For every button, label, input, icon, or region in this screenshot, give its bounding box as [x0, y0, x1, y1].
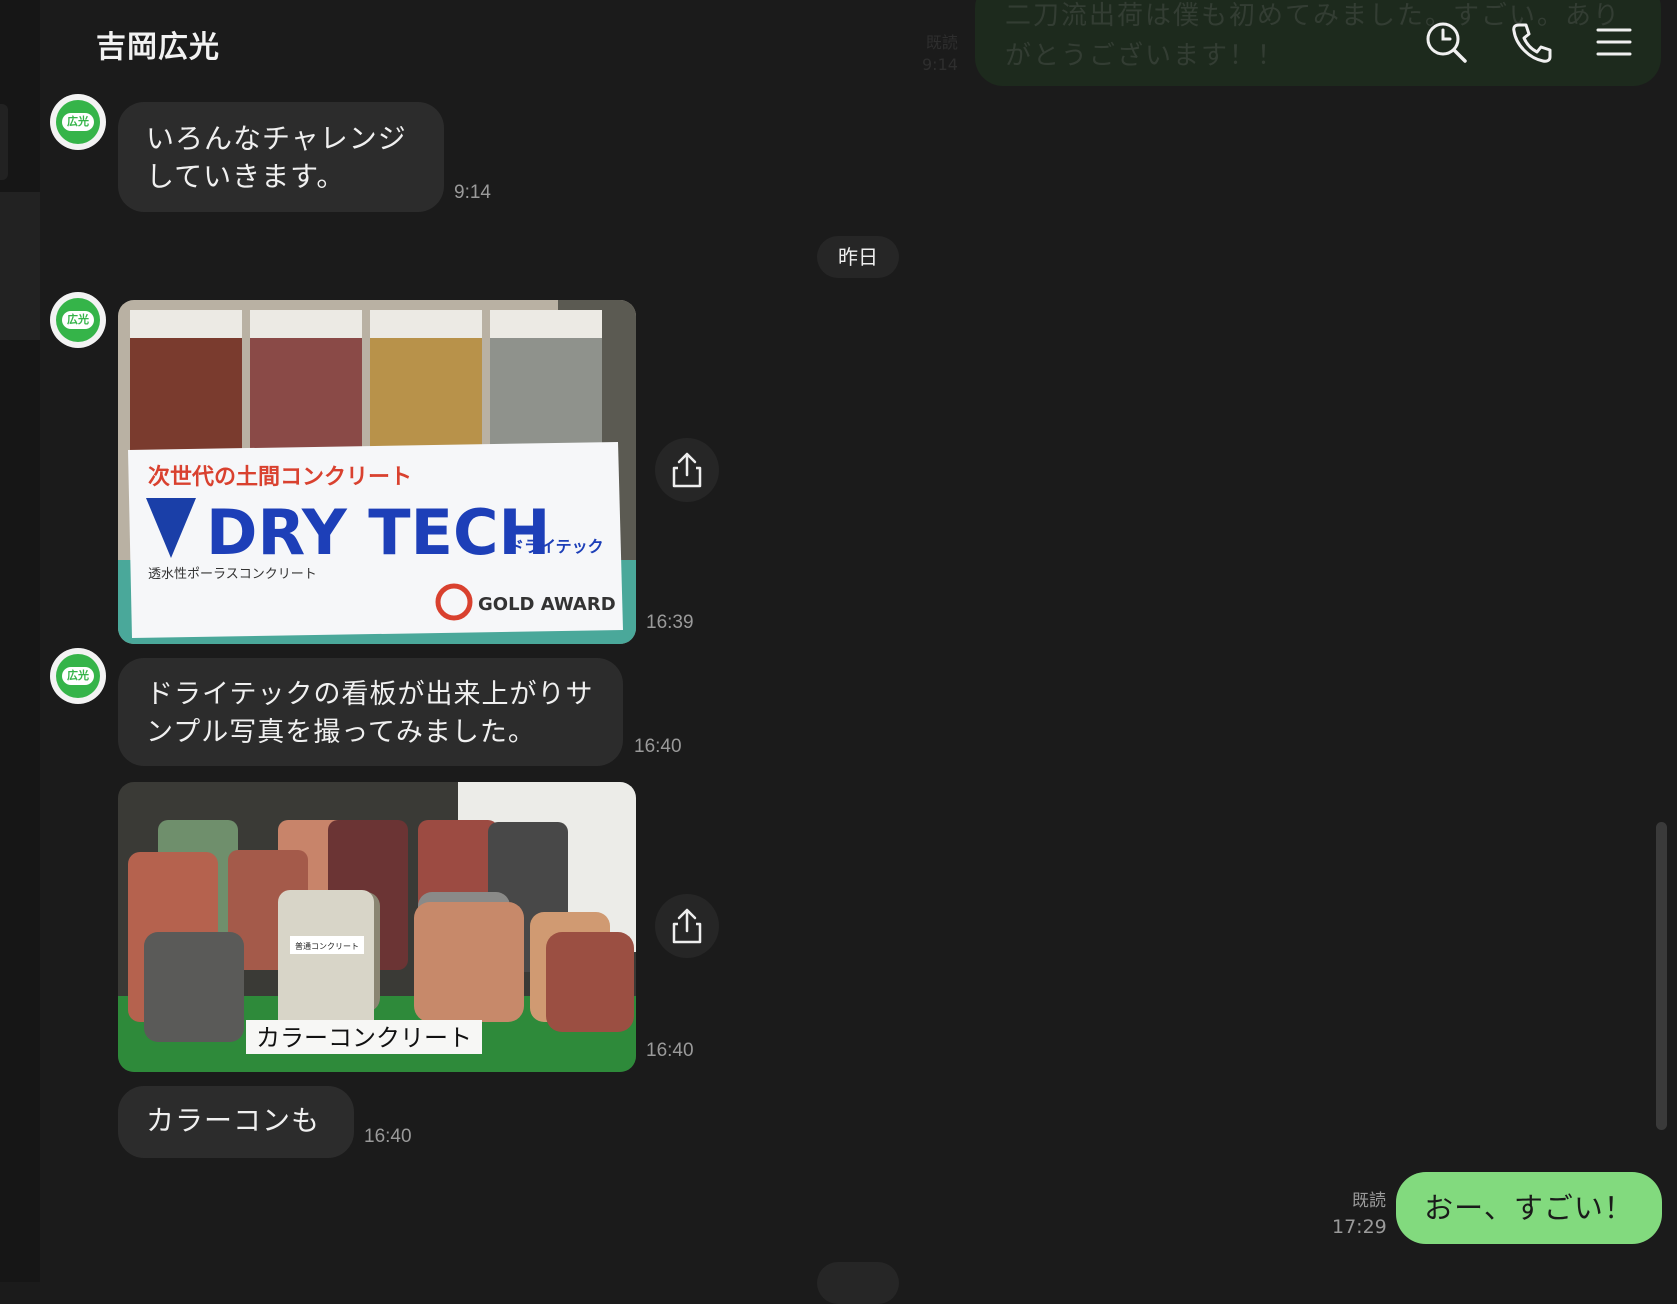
message-time: 9:14: [454, 182, 491, 203]
message-bubble[interactable]: ドライテックの看板が出来上がりサンプル写真を撮ってみました。: [118, 658, 623, 766]
outgoing-message-bubble[interactable]: おー、すごい！: [1396, 1172, 1662, 1244]
message-time: 16:40: [634, 736, 682, 757]
avatar-label: 広光: [62, 311, 94, 329]
avatar[interactable]: 広光: [50, 94, 106, 150]
side-panel-edge: [0, 0, 40, 1282]
phone-icon[interactable]: [1510, 20, 1554, 64]
share-icon: [672, 452, 702, 488]
read-receipt: 既読 17:29: [1332, 1191, 1387, 1238]
sign-brand-kana: ドライテック: [508, 537, 604, 556]
message-bubble[interactable]: カラーコンも: [118, 1086, 354, 1158]
avatar-label: 広光: [62, 113, 94, 131]
side-panel-selected-item[interactable]: [0, 192, 40, 340]
avatar-label: 広光: [62, 667, 94, 685]
share-button[interactable]: [655, 894, 719, 958]
chat-title: 吉岡広光: [96, 30, 220, 65]
ghost-message: 二刀流出荷は僕も初めてみました。すごい。ありがとうございます！！: [975, 0, 1661, 86]
scrollbar[interactable]: [1656, 822, 1667, 1130]
photo-caption: カラーコンクリート: [256, 1024, 472, 1052]
date-separator: 昨日: [817, 236, 899, 278]
message-bubble[interactable]: いろんなチャレンジしていきます。: [118, 102, 444, 212]
message-time: 16:40: [646, 1040, 694, 1061]
sign-award: GOLD AWARD: [478, 594, 616, 615]
sign-brand: DRY TECH: [206, 496, 550, 569]
menu-icon[interactable]: [1592, 20, 1636, 64]
share-icon: [672, 908, 702, 944]
photo-color-concrete[interactable]: 普通コンクリート カラーコンクリート: [118, 782, 636, 1072]
sign-subtitle: 透水性ポーラスコンクリート: [148, 567, 317, 582]
side-panel-item[interactable]: [0, 104, 8, 180]
ghost-message-meta: 既読 9:14: [922, 33, 958, 74]
share-button[interactable]: [655, 438, 719, 502]
avatar[interactable]: 広光: [50, 648, 106, 704]
sign-headline: 次世代の土間コンクリート: [148, 464, 412, 490]
search-clock-icon[interactable]: [1424, 20, 1468, 64]
date-separator-partial: [817, 1262, 899, 1304]
sample-label: 普通コンクリート: [295, 941, 359, 951]
message-time: 16:39: [646, 612, 694, 633]
message-time: 16:40: [364, 1126, 412, 1147]
avatar[interactable]: 広光: [50, 292, 106, 348]
photo-drytech-sign[interactable]: 次世代の土間コンクリート DRY TECH ドライテック 透水性ポーラスコンクリ…: [118, 300, 636, 644]
